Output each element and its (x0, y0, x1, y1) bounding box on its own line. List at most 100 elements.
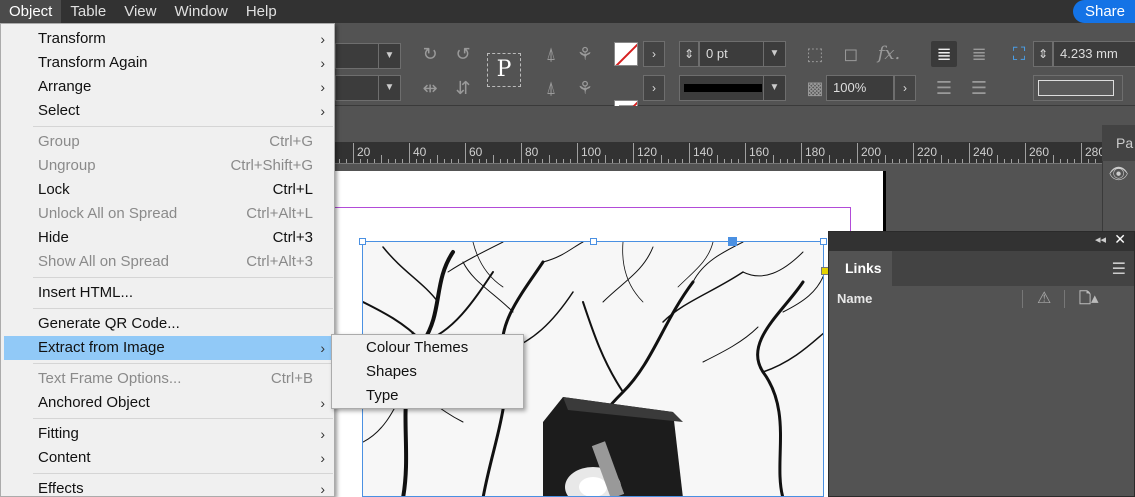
effects-icon[interactable]: fx. (876, 41, 902, 67)
select-previous-icon[interactable]: ⍋ (538, 75, 564, 101)
menu-item-effects[interactable]: Effects › (4, 477, 332, 497)
menu-item-show-all[interactable]: Show All on Spread Ctrl+Alt+3 (4, 250, 332, 274)
menu-item-transform[interactable]: Transform › (4, 27, 332, 51)
menu-item-group[interactable]: Group Ctrl+G (4, 130, 332, 154)
ruler-minor-tick (542, 159, 543, 163)
menu-item-transform-again[interactable]: Transform Again › (4, 51, 332, 75)
dimension-stepper[interactable]: ⇕ (1033, 41, 1053, 67)
ruler-label: 20 (357, 145, 371, 159)
rotate-ccw-icon[interactable]: ↺ (450, 41, 476, 67)
horizontal-ruler[interactable]: 20 40 60 80 100 120 140 160 180 200 220 240 260 280 (335, 142, 1102, 164)
fill-swatch[interactable] (614, 42, 638, 66)
panel-menu-icon[interactable]: ☰ (1112, 259, 1126, 279)
warning-icon[interactable]: ⚠ (1037, 286, 1051, 312)
ruler-major-tick (745, 143, 746, 163)
auto-fit-icon[interactable]: ⛶ (1006, 41, 1032, 67)
menu-item-generate-qr[interactable]: Generate QR Code... (4, 312, 332, 336)
chevron-down-icon[interactable]: ▼ (763, 42, 785, 66)
ruler-major-tick (353, 143, 354, 163)
eye-icon[interactable]: 👁 (1102, 161, 1135, 189)
ruler-minor-tick (528, 159, 529, 163)
select-next-icon[interactable]: ⚘ (572, 75, 598, 101)
corner-options-icon[interactable]: ⬚ (802, 41, 828, 67)
ruler-label: 220 (917, 145, 938, 159)
pages-panel-tab[interactable]: Pa (1102, 125, 1135, 161)
ruler-minor-tick (486, 159, 487, 163)
stroke-weight-field[interactable]: 0 pt ▼ (699, 41, 786, 67)
text-wrap-icon[interactable]: P (487, 53, 521, 87)
menu-item-fitting[interactable]: Fitting › (4, 422, 332, 446)
opacity-icon[interactable]: ▩ (802, 75, 828, 101)
menu-item-label: Select (38, 102, 80, 119)
name-column-header[interactable]: Name (837, 291, 872, 306)
ruler-label: 240 (973, 145, 994, 159)
align-bottom-icon[interactable]: ☰ (966, 75, 992, 101)
ruler-minor-tick (346, 159, 347, 163)
select-content-icon[interactable]: ⚘ (572, 41, 598, 67)
submenu-item-shapes[interactable]: Shapes (334, 360, 522, 384)
align-top-icon[interactable]: ≣ (931, 41, 957, 67)
links-tab[interactable]: Links (829, 251, 892, 286)
dimension-field[interactable]: 4.233 mm (1053, 41, 1135, 67)
frame-handle-top-left[interactable] (359, 238, 366, 245)
flip-horizontal-icon[interactable]: ⇹ (417, 75, 443, 101)
menu-separator (33, 473, 333, 474)
links-panel-titlebar[interactable]: ◂◂ ✕ (829, 231, 1134, 251)
menu-object[interactable]: Object (0, 0, 62, 23)
menu-item-select[interactable]: Select › (4, 99, 332, 123)
stroke-weight-stepper[interactable]: ⇕ (679, 41, 699, 67)
drop-shadow-icon[interactable]: ◻ (838, 41, 864, 67)
stroke-arrow-button[interactable]: › (643, 75, 665, 101)
opacity-arrow-button[interactable]: › (894, 75, 916, 101)
menu-item-unlock-all[interactable]: Unlock All on Spread Ctrl+Alt+L (4, 202, 332, 226)
menu-item-content[interactable]: Content › (4, 446, 332, 470)
menu-item-hide[interactable]: Hide Ctrl+3 (4, 226, 332, 250)
fill-arrow-button[interactable]: › (643, 41, 665, 67)
ruler-minor-tick (675, 159, 676, 163)
align-center-icon[interactable]: ≣ (966, 41, 992, 67)
links-tab-bar: Links ☰ (829, 251, 1134, 286)
ruler-minor-tick (1095, 159, 1096, 163)
frame-handle-top-right[interactable] (820, 238, 827, 245)
menu-table[interactable]: Table (61, 0, 115, 23)
rotate-cw-icon[interactable]: ↻ (417, 41, 443, 67)
submenu-item-type[interactable]: Type (334, 384, 522, 408)
chevron-right-icon: › (320, 426, 325, 442)
chevron-right-icon: › (320, 79, 325, 95)
share-button[interactable]: Share (1072, 0, 1135, 23)
align-justify-icon[interactable]: ☰ (931, 75, 957, 101)
frame-style-field[interactable] (1033, 75, 1123, 101)
ruler-label: 180 (805, 145, 826, 159)
chevron-down-icon[interactable]: ▼ (763, 76, 785, 100)
menu-item-text-frame-options[interactable]: Text Frame Options... Ctrl+B (4, 367, 332, 391)
reference-y-field[interactable]: ▼ (335, 75, 401, 101)
menu-window[interactable]: Window (165, 0, 236, 23)
flip-vertical-icon[interactable]: ⇵ (450, 75, 476, 101)
menu-help[interactable]: Help (237, 0, 286, 23)
ruler-minor-tick (724, 159, 725, 163)
collapse-icon[interactable]: ◂◂ (1095, 233, 1106, 246)
menu-item-arrange[interactable]: Arrange › (4, 75, 332, 99)
opacity-field[interactable]: 100% (826, 75, 894, 101)
page-sort-icon[interactable]: 🗋▴ (1079, 286, 1099, 312)
menu-view[interactable]: View (115, 0, 165, 23)
ruler-minor-tick (388, 159, 389, 163)
menu-item-insert-html[interactable]: Insert HTML... (4, 281, 332, 305)
ruler-minor-tick (654, 159, 655, 163)
chevron-down-icon[interactable]: ▼ (378, 76, 400, 100)
reference-x-field[interactable]: ▼ (335, 43, 401, 69)
stroke-type-field[interactable]: ▼ (679, 75, 786, 101)
chevron-down-icon[interactable]: ▼ (378, 44, 400, 68)
content-grabber[interactable] (728, 237, 737, 246)
menu-item-label: Fitting (38, 425, 79, 442)
close-icon[interactable]: ✕ (1114, 231, 1126, 248)
menu-item-lock[interactable]: Lock Ctrl+L (4, 178, 332, 202)
submenu-item-colour-themes[interactable]: Colour Themes (334, 336, 522, 360)
opacity-value: 100% (833, 80, 867, 95)
frame-handle-top-center[interactable] (590, 238, 597, 245)
select-container-icon[interactable]: ⍋ (538, 41, 564, 67)
column-divider (1022, 290, 1023, 308)
menu-item-anchored-object[interactable]: Anchored Object › (4, 391, 332, 415)
menu-item-ungroup[interactable]: Ungroup Ctrl+Shift+G (4, 154, 332, 178)
menu-item-extract-from-image[interactable]: Extract from Image › (4, 336, 332, 360)
